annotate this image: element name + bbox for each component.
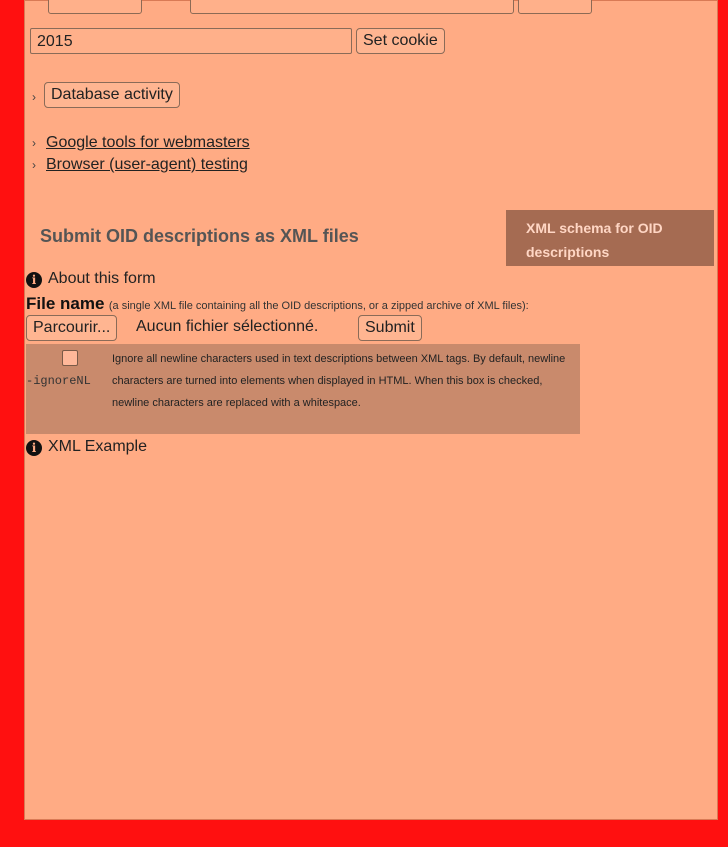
link-browser-testing[interactable]: Browser (user-agent) testing [46, 156, 248, 174]
ignore-newline-checkbox[interactable] [62, 350, 78, 366]
ignore-newline-option: -ignoreNL Ignore all newline characters … [26, 344, 580, 434]
option-description: Ignore all newline characters used in te… [112, 353, 566, 409]
xml-schema-link[interactable]: XML schema for OID descriptions [506, 210, 714, 266]
file-name-label: File name [26, 294, 105, 313]
chevron-right-icon: › [32, 90, 36, 104]
no-file-label: Aucun fichier sélectionné. [136, 318, 319, 335]
link-google-tools[interactable]: Google tools for webmasters [46, 134, 250, 152]
xml-example-toggle[interactable]: i XML Example [26, 438, 147, 456]
year-input[interactable]: 2015 [30, 28, 352, 54]
option-name: -ignoreNL [26, 374, 91, 388]
browse-button[interactable]: Parcourir... [26, 315, 118, 341]
info-icon: i [26, 440, 42, 456]
chevron-right-icon: › [32, 158, 36, 172]
file-name-hint: (a single XML file containing all the OI… [108, 300, 529, 312]
cookie-top-row [30, 0, 592, 14]
xml-example-label: XML Example [48, 438, 147, 455]
top-field-1[interactable] [48, 0, 142, 14]
section-title: Submit OID descriptions as XML files [40, 226, 359, 246]
submit-button[interactable]: Submit [358, 315, 422, 341]
chevron-right-icon: › [32, 136, 36, 150]
database-activity-button[interactable]: Database activity [44, 82, 180, 108]
info-icon: i [26, 272, 42, 288]
file-name-line: File name (a single XML file containing … [26, 294, 529, 314]
about-form-toggle[interactable]: i About this form [26, 270, 156, 288]
about-label: About this form [48, 270, 156, 287]
top-button[interactable] [518, 0, 592, 14]
top-field-2[interactable] [190, 0, 514, 14]
main-panel: 2015 Set cookie › Database activity › Go… [24, 0, 718, 820]
set-cookie-button[interactable]: Set cookie [356, 28, 445, 54]
